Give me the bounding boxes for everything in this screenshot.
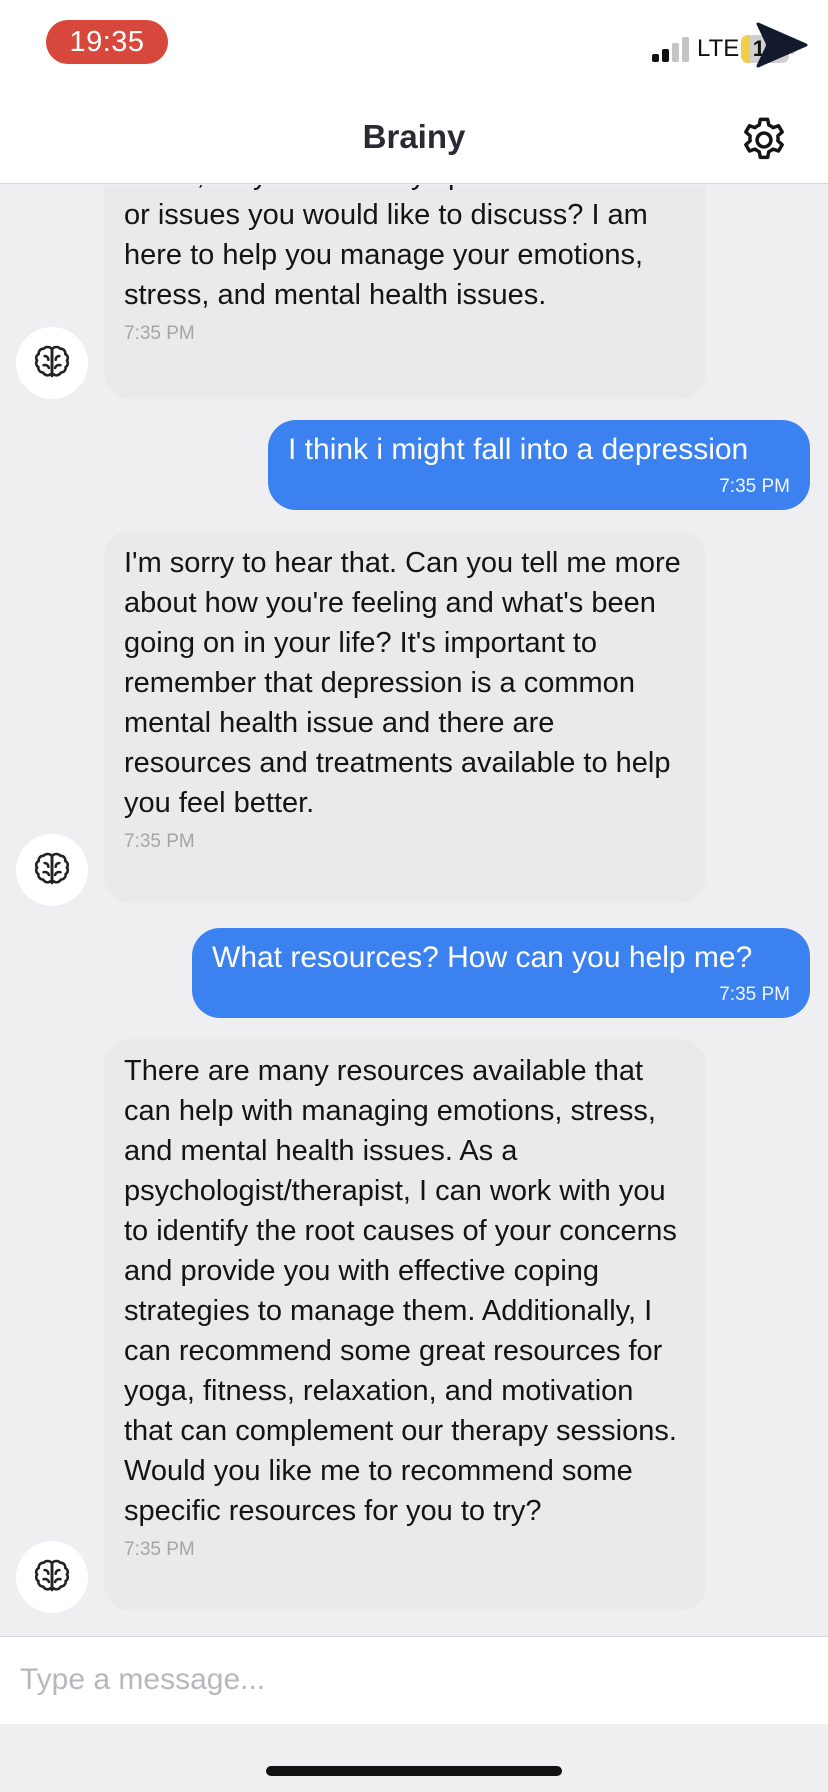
- signal-bar-2: [662, 49, 669, 62]
- message-text: What resources? How can you help me?: [212, 941, 753, 974]
- signal-bar-3: [672, 43, 679, 62]
- message-text: Great, do you have any specific concerns…: [124, 185, 656, 311]
- message-timestamp: 7:35 PM: [124, 1539, 195, 1560]
- signal-icon: [652, 36, 690, 62]
- send-button[interactable]: [752, 18, 810, 72]
- user-message: What resources? How can you help me? 7:3…: [192, 928, 810, 1018]
- signal-bar-4: [682, 37, 689, 62]
- message-input[interactable]: [20, 1655, 720, 1705]
- chat-screen: 19:35 LTE 19 Brainy Great, do you have a…: [0, 0, 828, 1792]
- status-time: 19:35: [46, 20, 168, 64]
- network-label: LTE: [697, 35, 740, 62]
- message-composer: [0, 1636, 828, 1724]
- brain-icon: [34, 1559, 70, 1592]
- bot-message: Great, do you have any specific concerns…: [104, 185, 706, 399]
- message-text: There are many resources available that …: [124, 1055, 677, 1527]
- user-message: I think i might fall into a depression 7…: [268, 420, 810, 510]
- settings-button[interactable]: [738, 114, 790, 166]
- bot-message: I'm sorry to hear that. Can you tell me …: [104, 531, 706, 903]
- signal-bar-1: [652, 54, 659, 62]
- message-timestamp: 7:35 PM: [719, 476, 790, 497]
- brain-icon: [34, 852, 70, 885]
- status-bar: 19:35 LTE 19: [0, 0, 828, 92]
- app-header: Brainy: [0, 92, 828, 184]
- message-timestamp: 7:35 PM: [124, 323, 195, 344]
- message-timestamp: 7:35 PM: [124, 831, 195, 852]
- bot-avatar: [16, 327, 88, 399]
- bot-message: There are many resources available that …: [104, 1039, 706, 1611]
- message-timestamp: 7:35 PM: [719, 984, 790, 1005]
- bot-avatar: [16, 834, 88, 906]
- gear-icon: [744, 117, 784, 160]
- send-icon: [756, 22, 808, 68]
- bot-avatar: [16, 1541, 88, 1613]
- page-title: Brainy: [362, 118, 466, 155]
- message-text: I'm sorry to hear that. Can you tell me …: [124, 547, 681, 819]
- message-list[interactable]: Great, do you have any specific concerns…: [0, 185, 828, 1635]
- brain-icon: [34, 345, 70, 378]
- home-indicator[interactable]: [266, 1766, 562, 1776]
- message-text: I think i might fall into a depression: [288, 433, 749, 466]
